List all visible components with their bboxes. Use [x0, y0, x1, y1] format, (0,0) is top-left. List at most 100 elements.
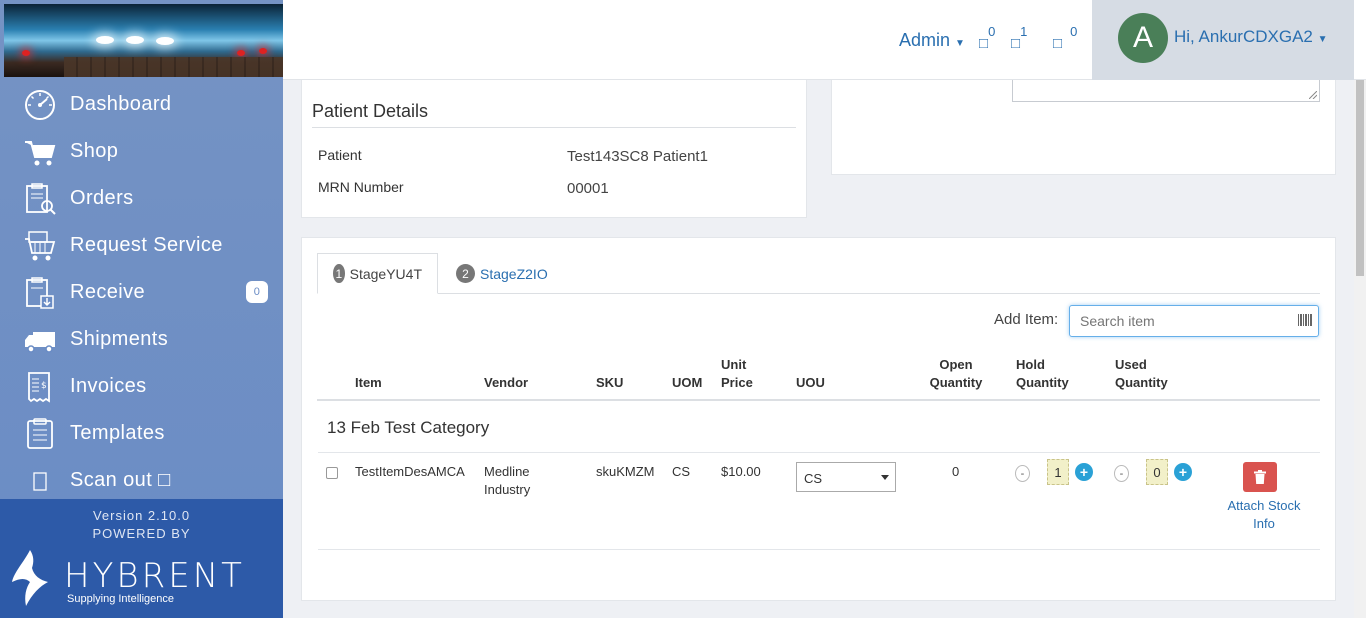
powered-by-text: POWERED BY	[92, 526, 191, 541]
row-checkbox[interactable]	[326, 467, 338, 479]
add-item-label: Add Item:	[994, 311, 1059, 328]
sidebar-item-label: Dashboard	[70, 93, 172, 115]
notification-1-count: 0	[988, 24, 996, 39]
used-decrement-button[interactable]: -	[1114, 465, 1129, 482]
header-open-quantity: Open Quantity	[927, 356, 985, 392]
brand-name: HYBRENT	[64, 556, 245, 596]
notification-3[interactable]: □0	[1053, 24, 1077, 52]
sidebar-item-receive[interactable]: Receive 0	[0, 269, 283, 316]
sidebar-item-shipments[interactable]: Shipments	[0, 316, 283, 363]
sidebar-item-label: Scan out □	[70, 469, 171, 491]
dashboard-icon	[0, 88, 70, 122]
trash-icon	[1254, 470, 1266, 484]
notes-textarea[interactable]	[1012, 80, 1320, 102]
used-quantity-input[interactable]: 0	[1146, 459, 1168, 485]
sidebar-item-label: Orders	[70, 187, 134, 209]
sidebar-item-orders[interactable]: Orders	[0, 175, 283, 222]
sidebar-item-label: Invoices	[70, 375, 147, 397]
header-used-line1: Used	[1115, 357, 1147, 372]
sidebar-item-label: Shop	[70, 140, 119, 162]
user-greeting: Hi, AnkurCDXGA2 ▼	[1174, 27, 1328, 47]
caret-down-icon: ▼	[955, 38, 965, 49]
attach-line2: Info	[1253, 516, 1275, 531]
sidebar-item-label: Shipments	[70, 328, 169, 350]
admin-dropdown[interactable]: Admin ▼	[899, 30, 965, 51]
tab-number-badge: 2	[456, 264, 475, 283]
sidebar: Dashboard Shop Orders Request Service Re…	[0, 0, 283, 618]
sidebar-nav: Dashboard Shop Orders Request Service Re…	[0, 81, 283, 504]
sidebar-item-invoices[interactable]: $ Invoices	[0, 363, 283, 410]
sidebar-item-scan-out[interactable]: Scan out □	[0, 457, 283, 504]
notification-1-icon: □	[979, 35, 989, 52]
attach-line1: Attach Stock	[1227, 498, 1301, 513]
cart-icon	[0, 135, 70, 169]
mrn-value: 00001	[567, 180, 609, 197]
resize-handle-icon	[1309, 91, 1317, 99]
cell-vendor-line1: Medline	[484, 464, 530, 479]
sidebar-item-label: Receive	[70, 281, 146, 303]
user-greeting-text: Hi, AnkurCDXGA2	[1174, 27, 1313, 46]
uou-select[interactable]: CS	[796, 462, 896, 492]
sidebar-item-dashboard[interactable]: Dashboard	[0, 81, 283, 128]
avatar: A	[1118, 13, 1168, 63]
orders-icon	[0, 182, 70, 216]
uou-selected-value: CS	[804, 471, 823, 486]
hybrent-bird-icon	[12, 550, 48, 606]
cell-sku: skuKMZM	[596, 464, 655, 479]
sidebar-item-label: Request Service	[70, 234, 223, 256]
sidebar-item-templates[interactable]: Templates	[0, 410, 283, 457]
caret-down-icon: ▼	[1317, 34, 1328, 45]
delete-row-button[interactable]	[1243, 462, 1277, 492]
cell-item: TestItemDesAMCA	[355, 464, 465, 479]
hybrent-logo: HYBRENT Supplying Intelligence	[10, 548, 245, 608]
notification-2[interactable]: □1	[1011, 24, 1027, 52]
cell-uom: CS	[672, 464, 691, 479]
search-item-field[interactable]	[1069, 305, 1319, 337]
attach-stock-info-link[interactable]: Attach Stock Info	[1218, 497, 1310, 533]
tab-stage-1[interactable]: 1 StageYU4T	[317, 253, 438, 294]
header-uom: UOM	[672, 375, 703, 390]
invoice-icon: $	[0, 370, 70, 404]
notification-3-count: 0	[1070, 24, 1078, 39]
tab-number-badge: 1	[333, 264, 345, 283]
tab-stage-2[interactable]: 2 StageZ2IO	[441, 253, 563, 294]
hold-quantity-input[interactable]: 1	[1047, 459, 1069, 485]
truck-icon	[0, 323, 70, 357]
header-open-line1: Open	[939, 357, 973, 372]
scrollbar-thumb[interactable]	[1356, 80, 1364, 276]
patient-details-title: Patient Details	[312, 101, 429, 121]
notification-1[interactable]: □0	[979, 24, 995, 52]
barcode-icon[interactable]	[1298, 314, 1312, 326]
search-input[interactable]	[1070, 306, 1290, 336]
brand-tagline: Supplying Intelligence	[67, 593, 175, 605]
header-unit-price: Unit Price	[721, 356, 753, 392]
patient-details-panel: Patient Details Patient Test143SC8 Patie…	[301, 80, 807, 218]
used-increment-button[interactable]: +	[1174, 463, 1192, 481]
header-hold-quantity: Hold Quantity	[1016, 356, 1069, 392]
admin-label: Admin	[899, 30, 951, 50]
category-title: 13 Feb Test Category	[327, 418, 490, 437]
sidebar-item-shop[interactable]: Shop	[0, 128, 283, 175]
header-item: Item	[355, 375, 382, 390]
notification-2-icon: □	[1011, 35, 1021, 52]
templates-icon	[0, 417, 70, 451]
user-menu[interactable]: A Hi, AnkurCDXGA2 ▼	[1092, 0, 1354, 80]
page-scrollbar[interactable]	[1354, 80, 1366, 618]
scan-out-icon	[0, 464, 70, 498]
category-row: 13 Feb Test Category	[318, 401, 1320, 453]
receive-icon	[0, 276, 70, 310]
cell-vendor: Medline Industry	[484, 463, 530, 499]
cell-vendor-line2: Industry	[484, 482, 531, 497]
sidebar-item-request-service[interactable]: Request Service	[0, 222, 283, 269]
svg-text:$: $	[41, 381, 47, 391]
patient-value: Test143SC8 Patient1	[567, 148, 708, 165]
hold-decrement-button[interactable]: -	[1015, 465, 1030, 482]
top-bar: Admin ▼ □0 □1 □0 A Hi, AnkurCDXGA2 ▼	[283, 0, 1366, 80]
hold-increment-button[interactable]: +	[1075, 463, 1093, 481]
header-sku: SKU	[596, 375, 624, 390]
header-open-line2: Quantity	[929, 375, 983, 390]
tab-label: StageZ2IO	[480, 265, 548, 282]
cell-unit-price: $10.00	[721, 464, 761, 479]
header-unit-price-line1: Unit	[721, 357, 747, 372]
mrn-label: MRN Number	[318, 179, 404, 195]
